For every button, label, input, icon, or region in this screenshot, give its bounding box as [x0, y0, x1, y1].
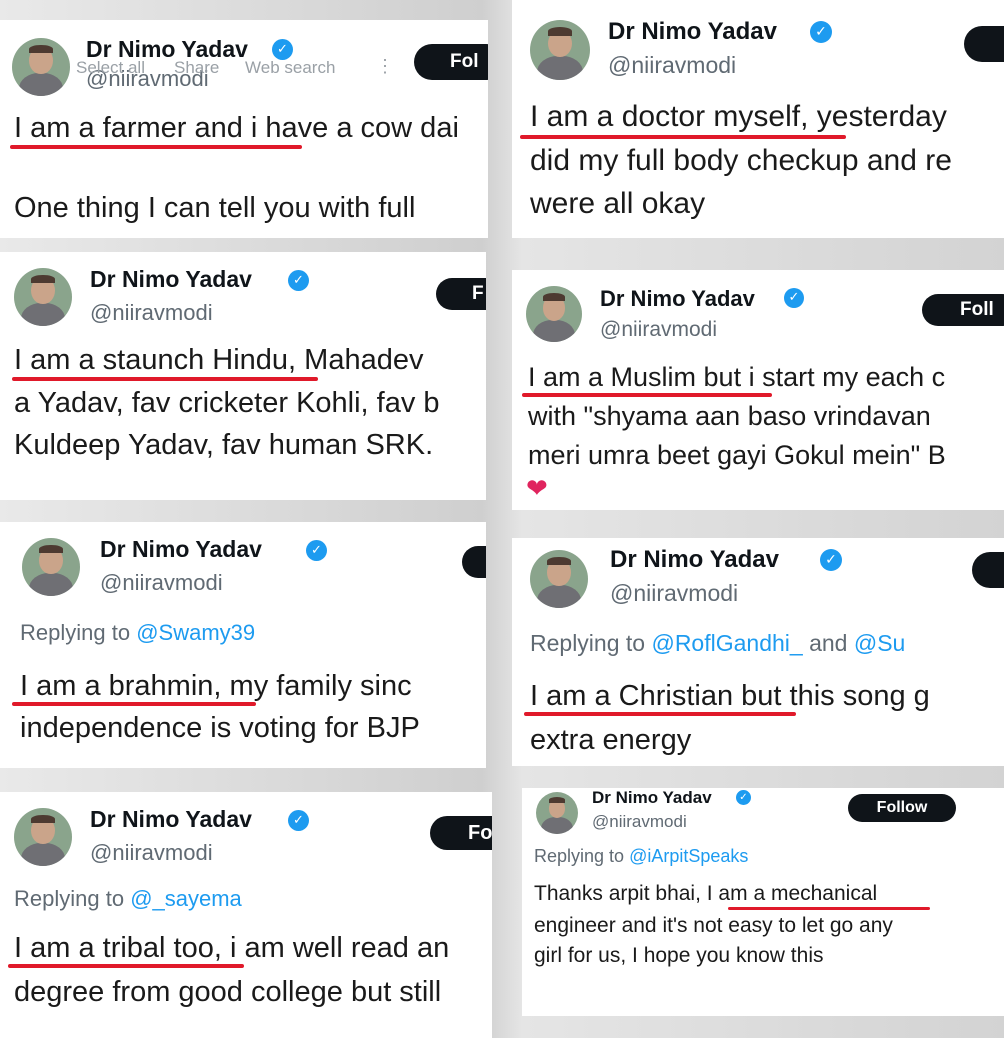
tweet-card-mechanical: Dr Nimo Yadav ✓ @niiravmodi Follow Reply…	[522, 788, 1004, 1016]
context-menu-web-search[interactable]: Web search	[245, 58, 335, 78]
user-handle[interactable]: @niiravmodi	[100, 570, 223, 596]
user-handle[interactable]: @niiravmodi	[90, 300, 213, 326]
tweet-card-christian: Dr Nimo Yadav ✓ @niiravmodi Replying to …	[512, 538, 1004, 766]
verified-badge-icon: ✓	[736, 790, 751, 805]
context-menu-select-all[interactable]: Select all	[76, 58, 145, 78]
tweet-line-3: Kuldeep Yadav, fav human SRK.	[14, 429, 434, 461]
follow-button[interactable]: Follow	[848, 794, 956, 822]
avatar[interactable]	[22, 538, 80, 596]
tweet-line-2: a Yadav, fav cricketer Kohli, fav b	[14, 387, 440, 419]
tweet-line-3: meri umra beet gayi Gokul mein" B	[528, 440, 946, 470]
tweet-line-1: Thanks arpit bhai, I am a mechanical	[534, 882, 878, 905]
red-underline	[524, 712, 796, 716]
replying-to: Replying to @RoflGandhi_ and @Su	[530, 630, 906, 656]
display-name[interactable]: Dr Nimo Yadav	[90, 806, 252, 833]
tweet-card-tribal: Dr Nimo Yadav ✓ @niiravmodi Fo Replying …	[0, 792, 492, 1038]
highlighted-claim: I am a farmer and i have a cow dai	[14, 112, 459, 144]
red-underline	[728, 907, 930, 910]
highlighted-claim: I am a brahmin	[20, 670, 214, 702]
avatar[interactable]	[530, 550, 588, 608]
avatar[interactable]	[12, 38, 70, 96]
tweet-card-hindu: Dr Nimo Yadav ✓ @niiravmodi F I am a sta…	[0, 252, 486, 500]
highlighted-claim: I am a Christian	[530, 680, 734, 712]
avatar[interactable]	[14, 808, 72, 866]
red-underline	[12, 702, 256, 706]
display-name[interactable]: Dr Nimo Yadav	[90, 266, 252, 293]
highlighted-claim: I am a staunch Hindu	[14, 344, 289, 376]
tweet-line-3: were all okay	[530, 187, 706, 220]
tweet-line-1: I am a doctor myself, yesterday	[530, 100, 947, 133]
verified-badge-icon: ✓	[784, 288, 804, 308]
mention-link[interactable]: @_sayema	[130, 886, 242, 911]
tweet-card-brahmin: Dr Nimo Yadav ✓ @niiravmodi Replying to …	[0, 522, 486, 768]
avatar[interactable]	[526, 286, 582, 342]
red-underline	[8, 964, 244, 968]
tweet-line-2: independence is voting for BJP	[20, 712, 420, 744]
verified-badge-icon: ✓	[306, 540, 327, 561]
follow-button[interactable]: F	[436, 278, 486, 310]
avatar[interactable]	[14, 268, 72, 326]
tweet-line-1: I am a brahmin, my family sinc	[20, 670, 412, 702]
tweet-line-2: degree from good college but still	[14, 976, 442, 1008]
display-name[interactable]: Dr Nimo Yadav	[608, 18, 777, 46]
verified-badge-icon: ✓	[272, 39, 293, 60]
follow-button[interactable]: Fol	[414, 44, 488, 80]
highlighted-claim: I am a doctor myself	[530, 100, 801, 133]
tweet-line-2: extra energy	[530, 724, 692, 756]
follow-button[interactable]	[964, 26, 1004, 62]
user-handle[interactable]: @niiravmodi	[600, 318, 717, 342]
user-handle[interactable]: @niiravmodi	[610, 580, 738, 607]
tweet-line-2: engineer and it's not easy to let go any	[534, 914, 893, 937]
user-handle[interactable]: @niiravmodi	[592, 812, 687, 832]
mention-link-2[interactable]: @Su	[854, 630, 905, 656]
heart-emoji-icon: ❤	[526, 474, 548, 504]
display-name[interactable]: Dr Nimo Yadav	[100, 536, 262, 563]
avatar[interactable]	[530, 20, 590, 80]
tweet-line-1: I am a Muslim but i start my each c	[528, 362, 946, 392]
tweet-line-1: I am a farmer and i have a cow dai	[14, 112, 459, 145]
display-name[interactable]: Dr Nimo Yadav	[610, 546, 779, 574]
highlighted-claim: I am a mechanical	[706, 882, 878, 905]
tweet-line-1: I am a staunch Hindu, Mahadev	[14, 344, 424, 376]
tweet-line-2: with "shyama aan baso vrindavan	[528, 401, 931, 431]
avatar[interactable]	[536, 792, 578, 834]
verified-badge-icon: ✓	[288, 810, 309, 831]
tweet-line-1: I am a tribal too, i am well read an	[14, 932, 450, 964]
red-underline	[522, 393, 772, 397]
tweet-line-2: did my full body checkup and re	[530, 144, 952, 177]
mention-link[interactable]: @RoflGandhi_	[651, 630, 802, 656]
replying-to: Replying to @iArpitSpeaks	[534, 846, 749, 866]
verified-badge-icon: ✓	[288, 270, 309, 291]
mention-link[interactable]: @iArpitSpeaks	[629, 846, 748, 866]
replying-to: Replying to @_sayema	[14, 886, 242, 911]
follow-button[interactable]	[462, 546, 486, 578]
replying-to: Replying to @Swamy39	[20, 620, 256, 645]
user-handle[interactable]: @niiravmodi	[90, 840, 213, 866]
highlighted-claim: I am a tribal too	[14, 932, 214, 964]
more-vertical-icon[interactable]: ⋮	[376, 56, 394, 77]
red-underline	[520, 135, 846, 139]
tweet-line-3: girl for us, I hope you know this	[534, 944, 824, 967]
user-handle[interactable]: @niiravmodi	[608, 52, 736, 79]
display-name[interactable]: Dr Nimo Yadav	[600, 286, 755, 312]
follow-button[interactable]: Foll	[922, 294, 1004, 326]
red-underline	[12, 377, 318, 381]
verified-badge-icon: ✓	[820, 549, 842, 571]
display-name[interactable]: Dr Nimo Yadav	[592, 788, 712, 808]
tweet-card-farmer: Dr Nimo Yadav ✓ @niiravmodi Select all S…	[0, 20, 488, 238]
red-underline	[10, 145, 302, 149]
verified-badge-icon: ✓	[810, 21, 832, 43]
tweet-card-doctor: Dr Nimo Yadav ✓ @niiravmodi I am a docto…	[512, 0, 1004, 238]
tweet-line-2: One thing I can tell you with full	[14, 192, 416, 224]
follow-button[interactable]	[972, 552, 1004, 588]
mention-link[interactable]: @Swamy39	[136, 620, 255, 645]
highlighted-claim: I am a Muslim	[528, 362, 697, 392]
context-menu-share[interactable]: Share	[174, 58, 219, 78]
tweet-card-muslim: Dr Nimo Yadav ✓ @niiravmodi Foll I am a …	[512, 270, 1004, 510]
tweet-line-1: I am a Christian but this song g	[530, 680, 930, 712]
follow-button[interactable]: Fo	[430, 816, 492, 850]
